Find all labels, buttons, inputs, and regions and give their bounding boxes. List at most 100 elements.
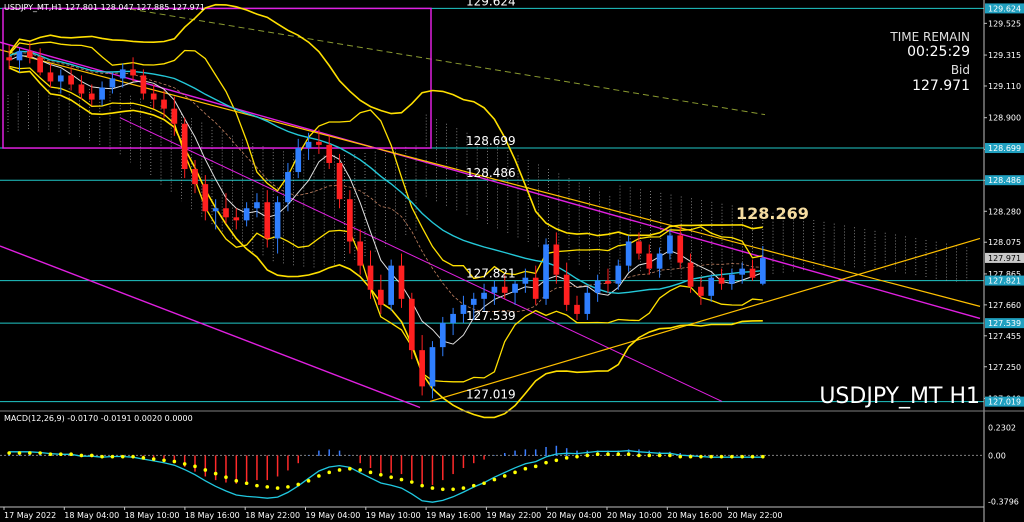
candle-bear [88, 93, 95, 100]
candle-bull [274, 202, 281, 239]
price-tag-label: 128.486 [988, 176, 1021, 185]
macd-signal-dot [193, 464, 197, 469]
trendlines[interactable] [0, 7, 981, 409]
time-tick-label: 19 May 10:00 [366, 511, 421, 520]
candle-bear [47, 72, 54, 82]
candle-bear [181, 123, 188, 170]
price-tag-label: 128.699 [988, 144, 1021, 153]
candle-bull [481, 292, 487, 299]
macd-signal-dot [131, 454, 135, 459]
macd-signal-dot [234, 479, 239, 483]
time-tick-label: 18 May 10:00 [125, 511, 180, 520]
candle-bull [212, 208, 219, 212]
candle-bear [367, 265, 374, 290]
candle-bear [336, 162, 343, 200]
macd-signal-dot [502, 474, 507, 478]
candle-bull [450, 313, 456, 323]
time-tick-label: 17 May 2022 [4, 511, 56, 520]
candle-bear [140, 75, 147, 94]
macd-signal-dot [430, 486, 435, 490]
time-tick-label: 19 May 22:00 [486, 511, 541, 520]
candle-bear [646, 253, 653, 269]
macd-signal-dot [17, 451, 22, 455]
candle-bull [739, 268, 746, 275]
candle-bull [512, 283, 518, 293]
candle-bull [243, 208, 250, 221]
candle-bear [192, 169, 198, 185]
macd-signal-dot [647, 453, 652, 458]
candle-bull [491, 286, 498, 293]
macd-signal-dot [182, 462, 187, 466]
price-tick-label: 128.280 [988, 207, 1021, 216]
candle-bear [26, 51, 33, 58]
macd-signal-dot [327, 470, 332, 475]
macd-signal-dot [750, 454, 755, 459]
trendline-dashed[interactable] [129, 8, 766, 116]
macd-signal-dot [451, 487, 455, 492]
macd-signal-dot [89, 453, 94, 458]
candle-bear [419, 350, 425, 387]
macd-signal-dot [69, 452, 73, 457]
macd-tick-label: -0.3796 [988, 497, 1019, 506]
level-label: 127.821 [466, 267, 516, 281]
macd-signal-dot [719, 454, 724, 459]
bollinger-upper [8, 3, 763, 237]
macd-signal-dot [7, 451, 11, 455]
macd-label: MACD(12,26,9) -0.0170 -0.0191 0.0020 0.0… [4, 414, 193, 423]
candle-bear [636, 241, 642, 254]
candle-bear [6, 57, 13, 61]
macd-signal-dot [399, 477, 404, 482]
price-tick-label: 128.075 [988, 238, 1021, 247]
candle-bear [264, 202, 271, 239]
candle-bull [543, 244, 549, 299]
candle-bear [501, 286, 508, 293]
level-labels: 129.624 128.699 128.486 128.269 127.821 127.5… [466, 0, 809, 402]
macd-signal-dot [79, 453, 84, 458]
candle-bull [388, 265, 395, 305]
ichimoku-cloud [7, 88, 968, 283]
macd-signal-dot [585, 453, 590, 458]
macd-signal-dot [471, 483, 476, 488]
macd-signal-dot [296, 482, 301, 487]
price-axis: 129.525129.315129.110128.900128.690128.4… [983, 0, 1024, 522]
macd-signal-dot [461, 486, 466, 490]
macd-signal-dot [492, 477, 497, 482]
candle-bear [326, 144, 333, 163]
candle-bull [594, 280, 601, 293]
candle-bull [470, 298, 477, 305]
downtrend-channel-lower[interactable] [0, 245, 421, 409]
macd-signal-dot [306, 479, 311, 483]
candle-bear [78, 84, 85, 94]
time-tick-label: 20 May 16:00 [667, 511, 722, 520]
horizontal-levels[interactable] [0, 7, 984, 403]
time-tick-label: 18 May 22:00 [245, 511, 300, 520]
candle-bear [532, 277, 539, 299]
macd-signal-dot [544, 460, 548, 465]
macd-signal-dot [595, 452, 600, 457]
candle-bull [305, 141, 312, 148]
candle-bear [316, 141, 322, 145]
macd-signal-dot [317, 474, 321, 478]
macd-signal-dot [688, 454, 693, 459]
price-chart[interactable]: 129.624 128.699 128.486 128.269 127.821 127.5… [0, 0, 1024, 522]
candle-bear [377, 289, 384, 305]
candle-bear [563, 274, 570, 305]
price-tag-label: 129.624 [988, 4, 1021, 13]
macd-signal-dot [523, 466, 528, 471]
macd-signal-dot [389, 475, 393, 479]
macd-signal-dot [172, 459, 177, 464]
macd-tick-label: 0.2302 [988, 424, 1016, 433]
bid-label: Bid [951, 63, 970, 77]
macd-signal-dot [410, 480, 414, 484]
macd-signal-dot [275, 486, 280, 490]
level-label: 128.699 [466, 134, 516, 148]
candle-bear [408, 298, 415, 351]
candle-bull [254, 202, 260, 209]
macd-signal-dot [48, 452, 53, 457]
candle-bear [68, 75, 74, 85]
level-label: 129.624 [466, 0, 516, 8]
price-tag-label: 127.821 [988, 277, 1021, 286]
macd-signal-dot [668, 453, 672, 458]
chart-watermark: USDJPY_MT H1 [819, 384, 980, 409]
candle-bear [574, 304, 580, 314]
